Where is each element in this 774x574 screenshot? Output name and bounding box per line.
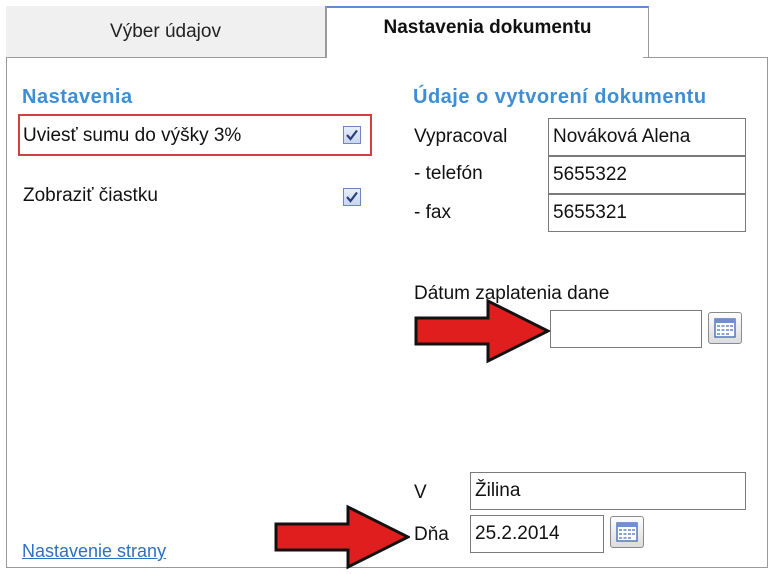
place-label: V [414,482,427,503]
checkmark-icon [346,129,358,141]
fax-field[interactable]: 5655321 [548,194,746,232]
checkmark-icon [346,191,358,203]
calendar-icon [616,522,638,542]
tab-label: Nastavenia dokumentu [383,17,592,38]
tab-document-settings[interactable]: Nastavenia dokumentu [326,6,649,58]
option-label: Zobraziť čiastku [23,185,158,206]
place-field[interactable]: Žilina [470,472,746,510]
tab-data-selection[interactable]: Výber údajov [6,6,326,58]
date-field[interactable]: 25.2.2014 [470,515,604,553]
calendar-icon [714,318,736,338]
date-calendar-button[interactable] [610,516,644,548]
page-setup-link[interactable]: Nastavenie strany [22,541,166,562]
tab-strip: Výber údajov Nastavenia dokumentu [6,6,768,58]
option-label: Uviesť sumu do výšky 3% [23,125,242,146]
tax-payment-date-calendar-button[interactable] [708,312,742,344]
fax-label: - fax [414,202,451,223]
tax-payment-date-field[interactable] [550,310,702,348]
show-amount-checkbox[interactable] [343,188,361,206]
phone-field[interactable]: 5655322 [548,156,746,194]
document-info-heading: Údaje o vytvorení dokumentu [413,86,707,108]
settings-heading: Nastavenia [22,86,133,108]
phone-label: - telefón [414,163,483,184]
sum-3-percent-checkbox[interactable] [343,126,361,144]
prepared-by-label: Vypracoval [414,126,508,147]
option-row-sum-3-percent[interactable]: Uviesť sumu do výšky 3% [18,114,372,156]
tab-divider [643,57,768,58]
tab-label: Výber údajov [110,20,221,42]
arrow-right-icon [274,504,410,570]
arrow-right-icon [414,298,550,364]
date-label: Dňa [414,524,449,545]
option-row-show-amount[interactable]: Zobraziť čiastku [18,176,372,218]
prepared-by-field[interactable]: Nováková Alena [548,118,746,156]
